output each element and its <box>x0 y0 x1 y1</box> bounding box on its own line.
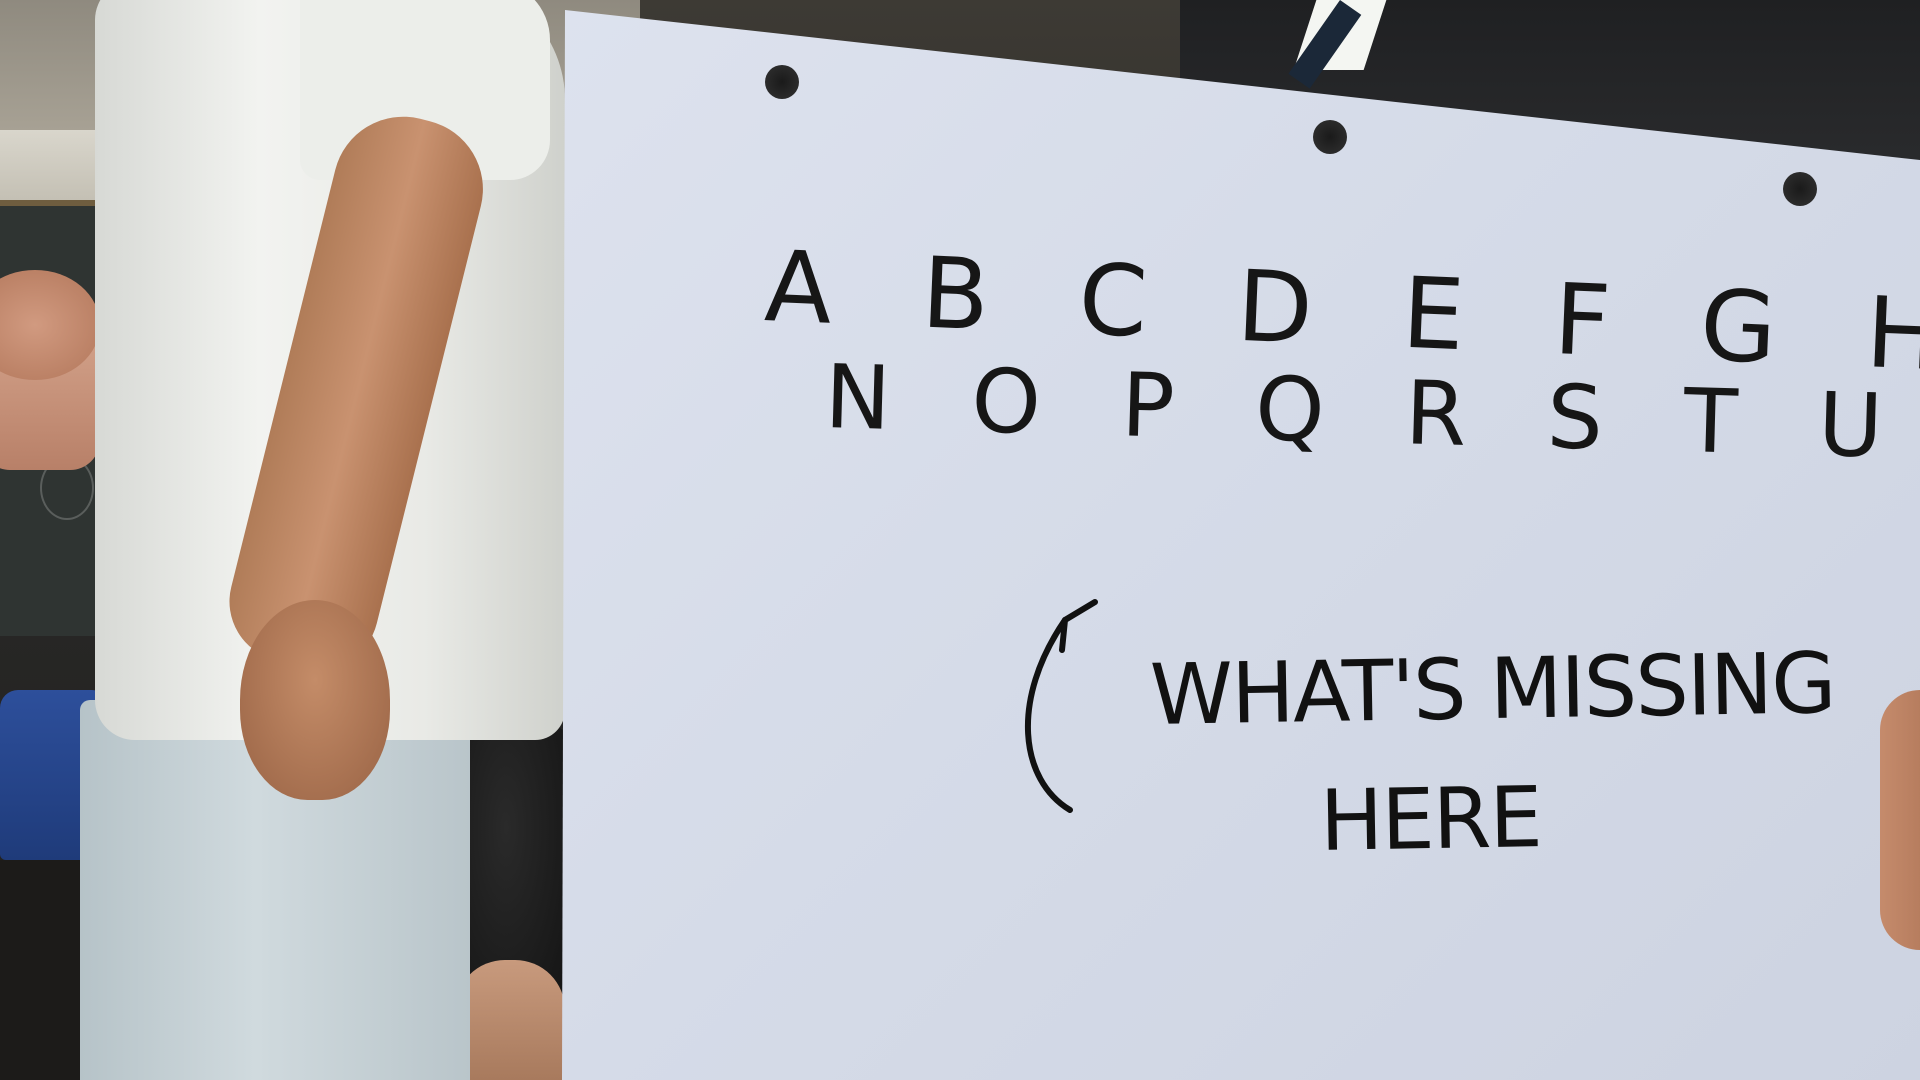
standing-person-hand <box>240 600 390 800</box>
question-line-1: WHAT'S MISSING <box>1149 634 1836 744</box>
paper-sign <box>562 10 1920 1080</box>
holder-thumb <box>1880 690 1920 950</box>
question-line-2: HERE <box>1319 768 1542 870</box>
photo-scene: A B C D E F G H I J K L M N O P Q R S T … <box>0 0 1920 1080</box>
punch-hole <box>1313 120 1347 154</box>
seated-person-arm <box>455 960 565 1080</box>
curved-arrow-icon <box>1025 599 1098 813</box>
punch-hole <box>765 65 799 99</box>
punch-hole <box>1783 172 1817 206</box>
